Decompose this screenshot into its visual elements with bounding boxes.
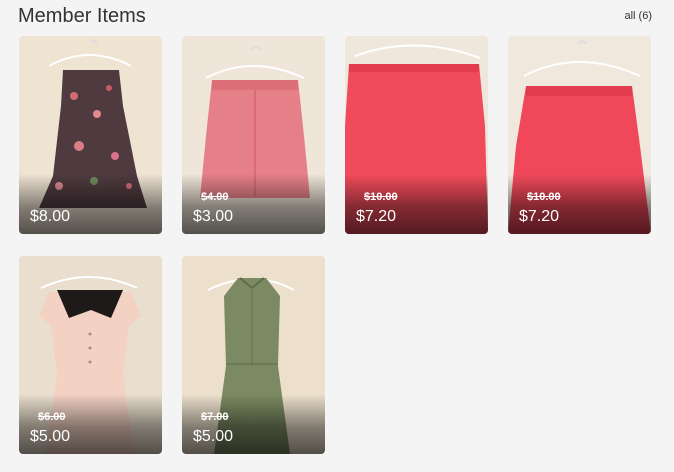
price: $5.00 (30, 428, 71, 445)
original-price: $10.00 (527, 191, 561, 203)
item-card[interactable]: $10.00 $7.20 (345, 36, 488, 234)
price: $3.00 (193, 208, 234, 225)
item-card[interactable]: $10.00 $7.20 (508, 36, 651, 234)
original-price: $4.00 (201, 191, 229, 203)
all-items-link[interactable]: all (6) (624, 9, 652, 23)
header: Member Items all (6) (18, 4, 656, 28)
item-card[interactable]: $8.00 (19, 36, 162, 234)
original-price: $7.00 (201, 411, 229, 423)
page-title: Member Items (18, 5, 146, 27)
price: $5.00 (193, 428, 234, 445)
price: $8.00 (30, 208, 71, 225)
original-price: $10.00 (364, 191, 398, 203)
price: $7.20 (519, 208, 560, 225)
item-card[interactable]: $6.00 $5.00 (19, 256, 162, 454)
item-card[interactable]: $4.00 $3.00 (182, 36, 325, 234)
price: $7.20 (356, 208, 397, 225)
original-price: $6.00 (38, 411, 66, 423)
item-card[interactable]: $7.00 $5.00 (182, 256, 325, 454)
